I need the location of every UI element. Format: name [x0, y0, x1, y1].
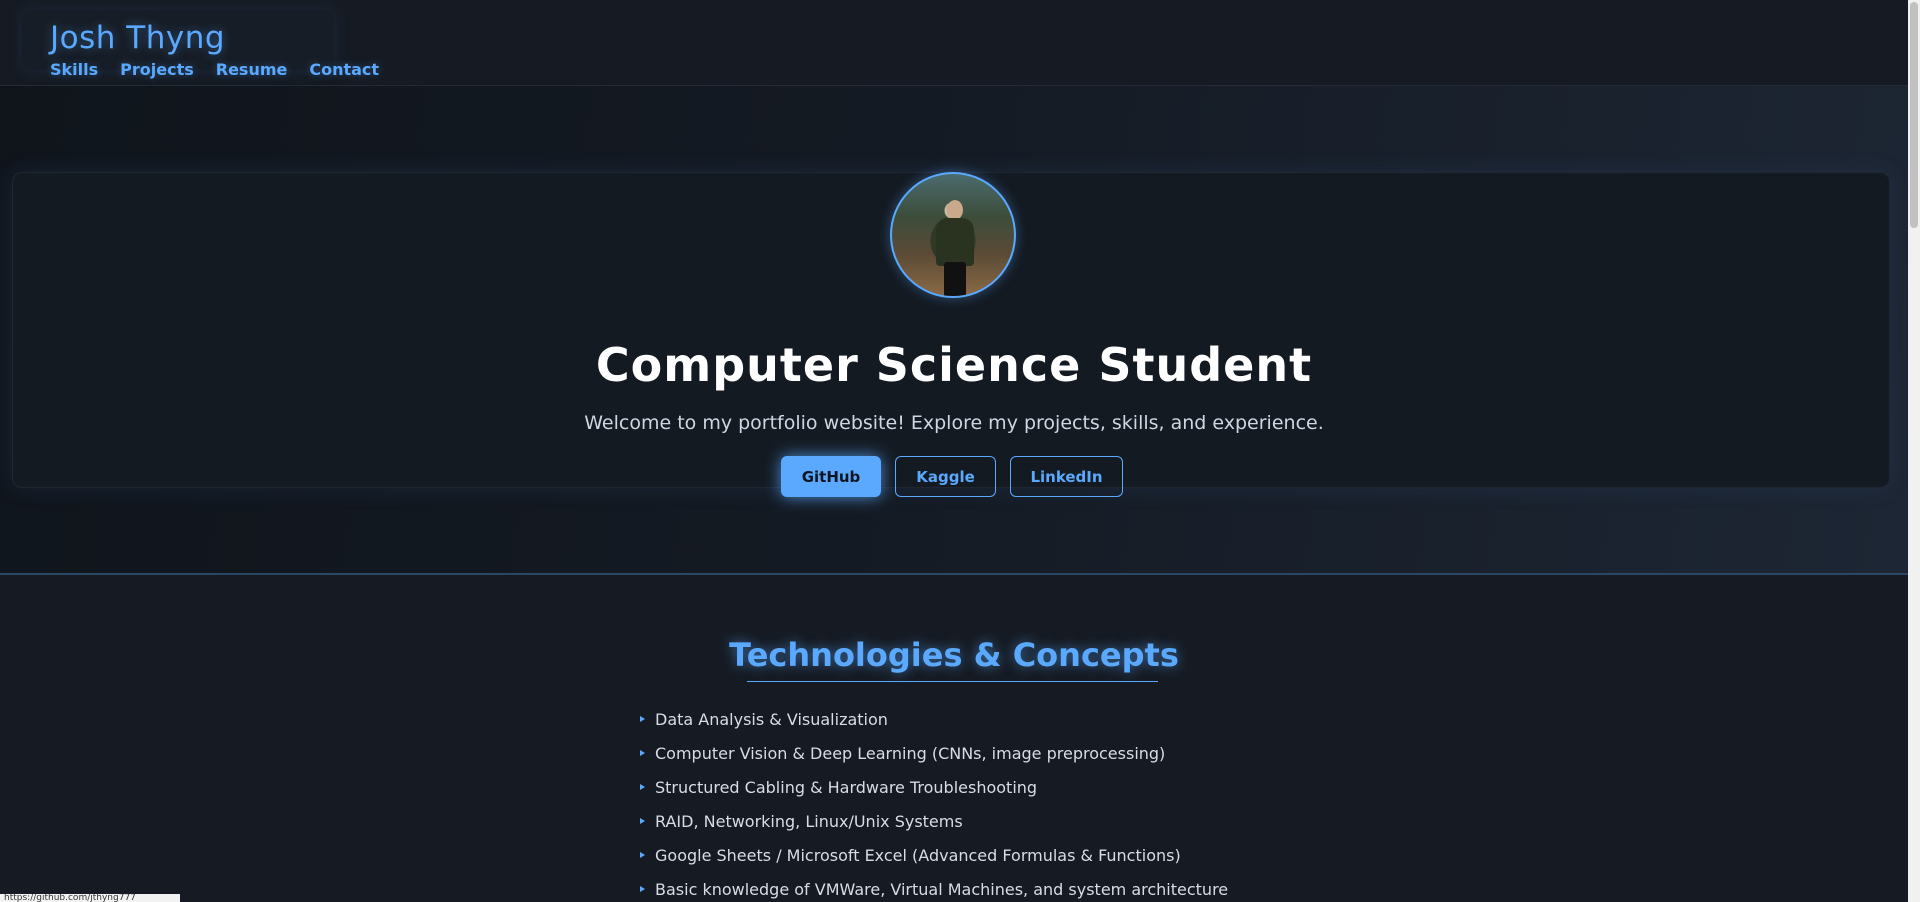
profile-photo-legs: [944, 262, 966, 296]
skills-title: Technologies & Concepts: [729, 636, 1179, 674]
profile-photo-head: [947, 200, 963, 220]
bullet-icon: [640, 818, 645, 824]
skills-list-item: Basic knowledge of VMWare, Virtual Machi…: [640, 872, 1228, 902]
brand-box: Josh Thyng Skills Projects Resume Contac…: [22, 10, 379, 79]
linkedin-button[interactable]: LinkedIn: [1010, 456, 1123, 497]
site-header: Josh Thyng Skills Projects Resume Contac…: [0, 0, 1908, 86]
skills-list-item: Computer Vision & Deep Learning (CNNs, i…: [640, 736, 1228, 770]
skills-title-underline: [747, 681, 1158, 682]
site-brand-link[interactable]: Josh Thyng: [50, 20, 225, 56]
profile-photo-torso: [936, 218, 974, 266]
page: Josh Thyng Skills Projects Resume Contac…: [0, 0, 1920, 902]
skills-list-item: Data Analysis & Visualization: [640, 702, 1228, 736]
bullet-icon: [640, 716, 645, 722]
nav-contact-link[interactable]: Contact: [309, 60, 379, 79]
skills-item-text: Google Sheets / Microsoft Excel (Advance…: [655, 845, 1181, 865]
skills-item-text: Computer Vision & Deep Learning (CNNs, i…: [655, 743, 1166, 763]
skills-list-item: Structured Cabling & Hardware Troublesho…: [640, 770, 1228, 804]
bullet-icon: [640, 886, 645, 892]
link-status-bar: https://github.com/jthyng777: [0, 894, 180, 902]
skills-list-item: RAID, Networking, Linux/Unix Systems: [640, 804, 1228, 838]
skills-item-text: Structured Cabling & Hardware Troublesho…: [655, 777, 1038, 797]
bullet-icon: [640, 852, 645, 858]
main-nav: Skills Projects Resume Contact: [50, 60, 379, 79]
nav-projects-link[interactable]: Projects: [120, 60, 194, 79]
bullet-icon: [640, 784, 645, 790]
skills-list-item: Google Sheets / Microsoft Excel (Advance…: [640, 838, 1228, 872]
skills-list: Data Analysis & Visualization Computer V…: [640, 702, 1228, 902]
scrollbar-thumb[interactable]: [1910, 2, 1918, 228]
github-button[interactable]: GitHub: [781, 456, 881, 497]
hero-subtitle: Welcome to my portfolio website! Explore…: [584, 412, 1324, 434]
bullet-icon: [640, 750, 645, 756]
hero-title: Computer Science Student: [595, 338, 1313, 392]
hero-section: Computer Science Student Welcome to my p…: [0, 86, 1908, 575]
vertical-scrollbar[interactable]: [1908, 0, 1920, 902]
kaggle-button[interactable]: Kaggle: [895, 456, 996, 497]
skills-item-text: RAID, Networking, Linux/Unix Systems: [655, 811, 963, 831]
nav-resume-link[interactable]: Resume: [216, 60, 288, 79]
skills-item-text: Basic knowledge of VMWare, Virtual Machi…: [655, 879, 1229, 899]
profile-photo: [890, 172, 1016, 298]
nav-skills-link[interactable]: Skills: [50, 60, 98, 79]
skills-item-text: Data Analysis & Visualization: [655, 709, 888, 729]
